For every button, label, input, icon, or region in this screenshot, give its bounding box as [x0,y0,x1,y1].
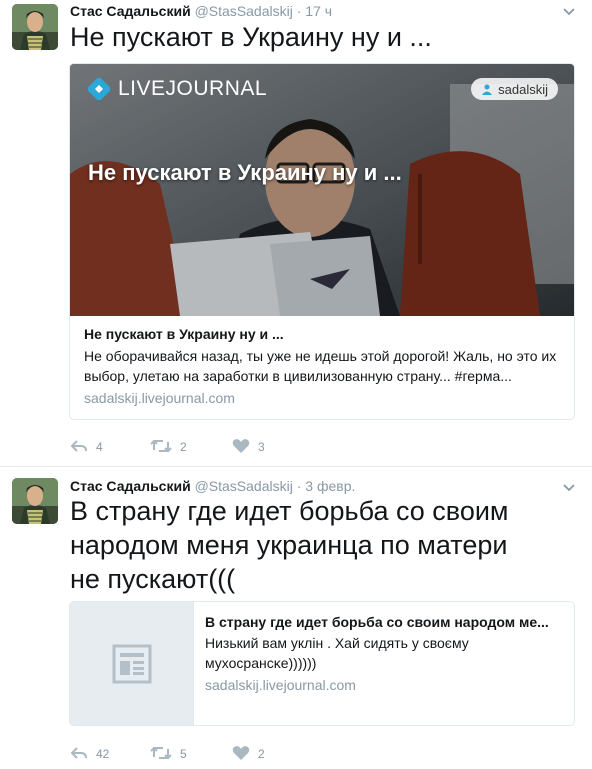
chevron-down-icon[interactable] [560,3,578,21]
card-description: Не оборачивайся назад, ты уже не идешь э… [84,348,557,384]
like-count: 3 [258,440,265,454]
card-image-caption: Не пускают в Украину ну и ... [88,160,402,185]
author-name[interactable]: Стас Садальский [70,3,191,19]
tweet-header: Стас Садальский @StasSadalskij · 17 ч [70,1,332,21]
tweet[interactable]: Стас Садальский @StasSadalskij · 17 ч Не… [0,0,592,467]
reply-count: 42 [96,747,110,761]
card-thumbnail[interactable] [70,602,194,725]
reply-icon [70,440,87,452]
article-icon [112,644,152,684]
link-card[interactable]: В страну где идет борьба со своим народо… [69,601,575,726]
tweet-text: В страну где идет борьба со своим народо… [70,496,509,594]
separator: · [296,478,302,494]
heart-icon [232,439,250,453]
livejournal-brand: LIVEJOURNAL [118,77,268,100]
card-title: Не пускают в Украину ну и ... [84,326,284,342]
retweet-count: 5 [180,747,187,761]
retweet-icon [150,746,172,760]
timestamp[interactable]: 17 ч [305,3,332,19]
retweet-icon [150,439,172,453]
card-image[interactable]: LIVEJOURNAL sadalskij Не пускают в Украи… [70,64,574,316]
card-domain: sadalskij.livejournal.com [205,677,356,693]
heart-icon [232,746,250,760]
tweet-text: Не пускают в Украину ну и ... [70,22,432,52]
link-card[interactable]: LIVEJOURNAL sadalskij Не пускают в Украи… [69,63,575,420]
chevron-down-icon[interactable] [560,479,578,497]
user-badge-label: sadalskij [498,81,548,97]
livejournal-logo: LIVEJOURNAL [88,76,267,102]
card-title: В страну где идет борьба со своим народо… [205,614,549,630]
avatar[interactable] [12,478,58,524]
like-count: 2 [258,747,265,761]
card-domain: sadalskij.livejournal.com [84,390,235,406]
tweet-header: Стас Садальский @StasSadalskij · 3 февр. [70,476,355,496]
author-handle[interactable]: @StasSadalskij [195,3,293,19]
avatar[interactable] [12,4,58,50]
timestamp[interactable]: 3 февр. [305,478,355,494]
author-name[interactable]: Стас Садальский [70,478,191,494]
user-badge: sadalskij [471,78,558,100]
tweet[interactable]: Стас Садальский @StasSadalskij · 3 февр.… [0,467,592,769]
card-description: Низький вам уклін . Хай сидять у своєму … [205,635,469,671]
author-handle[interactable]: @StasSadalskij [195,478,293,494]
card-body: В страну где идет борьба со своим народо… [205,613,561,694]
user-icon [482,84,493,95]
retweet-count: 2 [180,440,187,454]
livejournal-logo-icon [88,78,110,100]
reply-count: 4 [96,440,103,454]
separator: · [296,3,302,19]
card-body: Не пускают в Украину ну и ... Не оборачи… [84,325,560,407]
reply-icon [70,747,87,759]
